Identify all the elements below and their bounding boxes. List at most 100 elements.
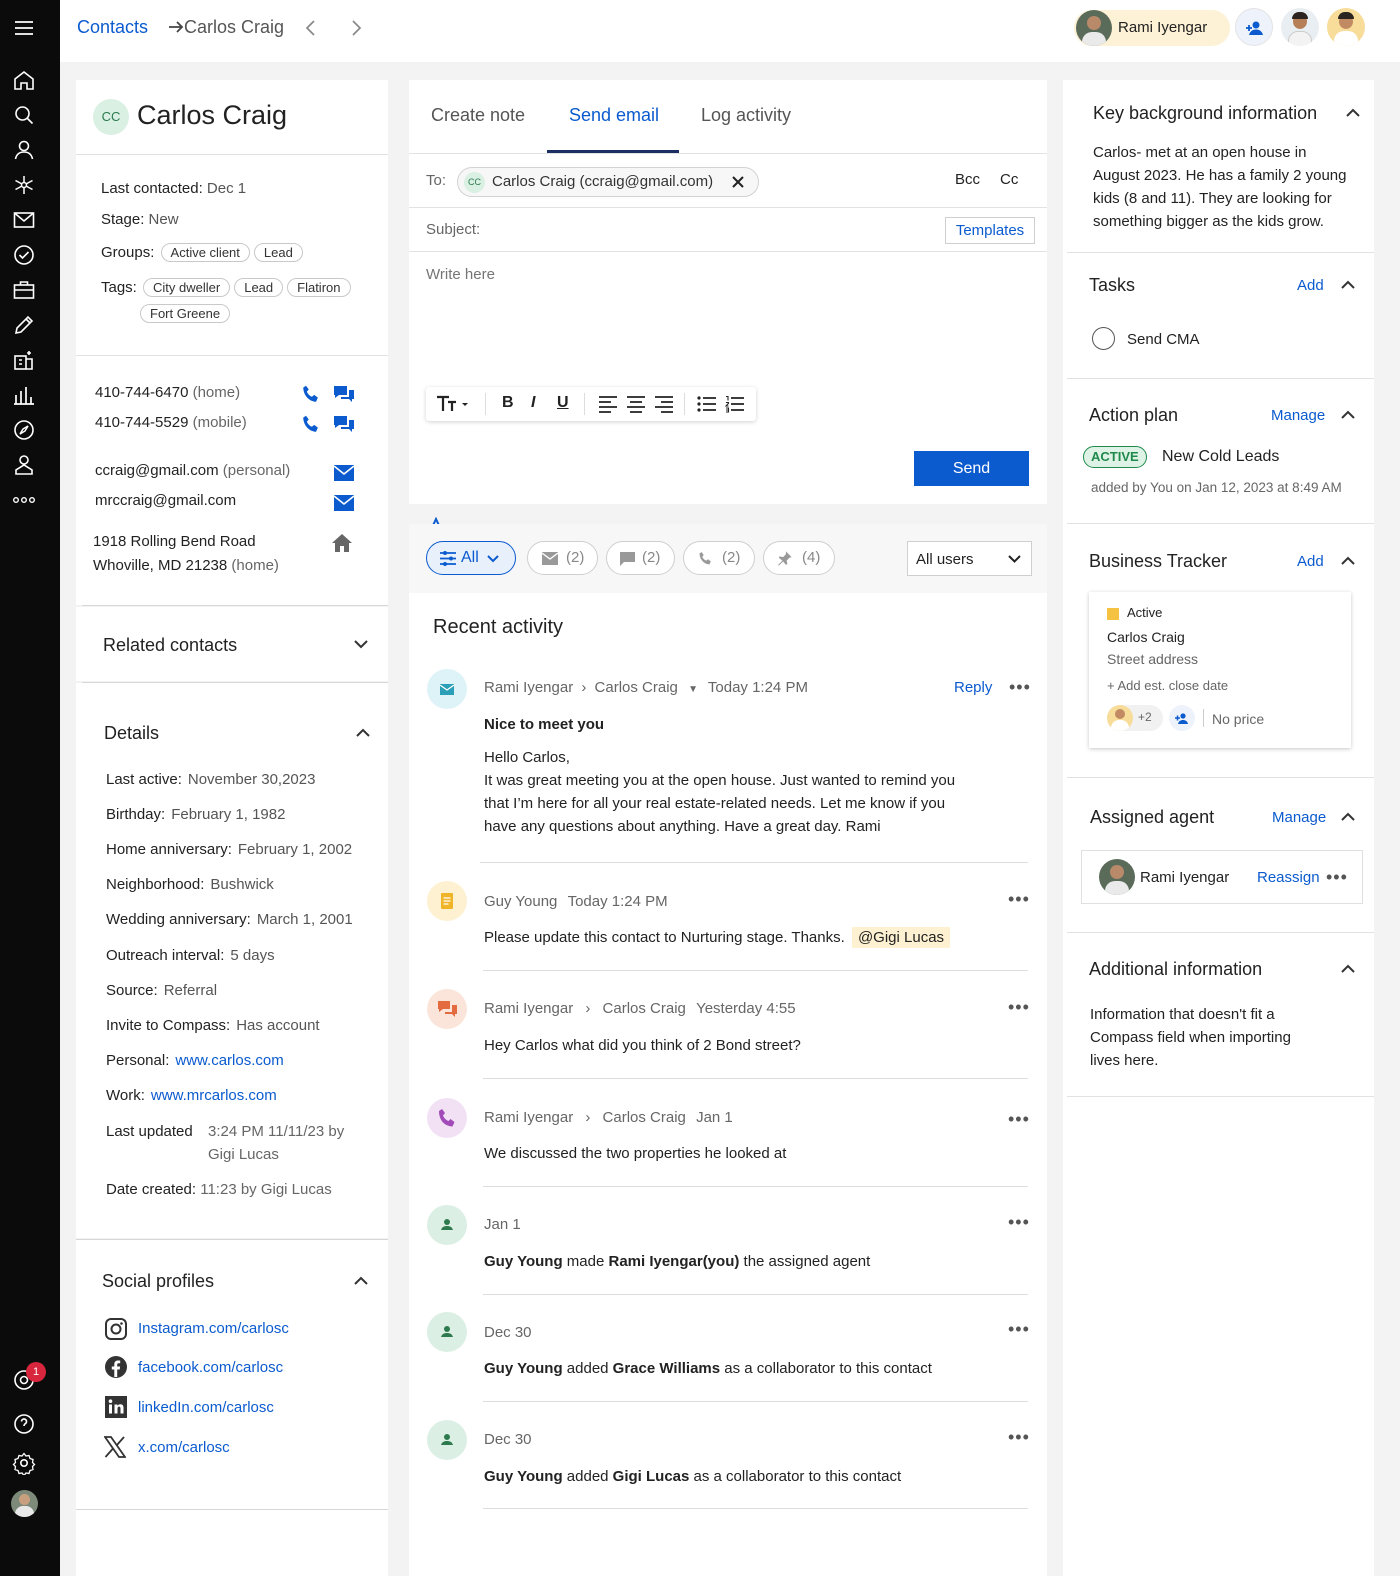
recipient-chip[interactable]: CC Carlos Craig (ccraig@gmail.com): [457, 167, 759, 197]
phone-call-icon[interactable]: [300, 413, 322, 435]
profile-avatar[interactable]: [11, 1490, 38, 1517]
more-options-icon[interactable]: •••: [1008, 997, 1030, 1018]
more-options-icon[interactable]: •••: [1008, 1319, 1030, 1340]
cc-button[interactable]: Cc: [1000, 171, 1018, 188]
instagram-link[interactable]: Instagram.com/carlosc: [138, 1320, 289, 1337]
menu-icon[interactable]: [12, 16, 36, 40]
current-user-pill[interactable]: Rami Iyengar: [1074, 10, 1230, 46]
group-chip[interactable]: Active client: [160, 243, 250, 262]
font-size-icon[interactable]: [436, 395, 472, 413]
business-tracker-card[interactable]: Active Carlos Craig Street address + Add…: [1089, 592, 1351, 748]
detail-row[interactable]: Work: www.mrcarlos.com: [106, 1087, 277, 1104]
agent-home-icon[interactable]: [12, 453, 36, 477]
reports-chart-icon[interactable]: [12, 383, 36, 407]
filter-notes-chip[interactable]: (2): [606, 541, 675, 575]
network-icon[interactable]: [12, 173, 36, 197]
email-body-input[interactable]: [426, 266, 1026, 366]
more-options-icon[interactable]: •••: [1008, 1212, 1030, 1233]
task-checkbox[interactable]: [1092, 327, 1115, 350]
phone-call-icon[interactable]: [300, 383, 322, 405]
pencil-icon[interactable]: [12, 313, 36, 337]
tab-log-activity[interactable]: Log activity: [701, 105, 791, 126]
add-task-link[interactable]: Add: [1297, 277, 1324, 294]
tag-chip[interactable]: Lead: [234, 278, 284, 297]
tag-chip[interactable]: Fort Greene: [140, 304, 231, 323]
x-link[interactable]: x.com/carlosc: [138, 1439, 230, 1456]
chevron-up-icon[interactable]: [1341, 410, 1355, 420]
email-secondary[interactable]: mrccraig@gmail.com: [95, 492, 236, 509]
tag-chip[interactable]: City dweller: [143, 278, 231, 297]
mail-icon[interactable]: [12, 208, 36, 232]
compass-icon[interactable]: [12, 418, 36, 442]
chevron-up-icon[interactable]: [356, 728, 370, 738]
more-options-icon[interactable]: •••: [1008, 889, 1030, 910]
manage-action-plan-link[interactable]: Manage: [1271, 407, 1325, 424]
add-collaborator-button[interactable]: [1235, 8, 1273, 46]
manage-agent-link[interactable]: Manage: [1272, 809, 1326, 826]
linkedin-link[interactable]: linkedIn.com/carlosc: [138, 1399, 274, 1416]
settings-gear-icon[interactable]: [12, 1451, 36, 1475]
subject-input[interactable]: [489, 216, 939, 244]
collaborator-avatar-1[interactable]: [1281, 8, 1319, 46]
send-email-icon[interactable]: [333, 494, 355, 512]
chevron-up-icon[interactable]: [354, 1276, 368, 1286]
home-icon[interactable]: [12, 68, 36, 92]
numbered-list-icon[interactable]: [725, 395, 745, 413]
chevron-up-icon[interactable]: [1341, 964, 1355, 974]
bold-icon[interactable]: B: [502, 394, 514, 412]
breadcrumb-contacts-link[interactable]: Contacts: [77, 17, 148, 38]
chevron-up-icon[interactable]: [1341, 280, 1355, 290]
previous-chevron-icon[interactable]: [305, 19, 317, 37]
phone-mobile[interactable]: 410-744-5529 (mobile): [95, 414, 247, 431]
email-personal[interactable]: ccraig@gmail.com (personal): [95, 462, 290, 479]
group-chip[interactable]: Lead: [253, 243, 303, 262]
send-button[interactable]: Send: [914, 451, 1029, 486]
italic-icon[interactable]: I: [531, 394, 535, 412]
underline-icon[interactable]: U: [557, 394, 569, 412]
detail-value[interactable]: www.mrcarlos.com: [151, 1087, 277, 1104]
bullet-list-icon[interactable]: [697, 395, 717, 413]
users-filter-select[interactable]: All users: [907, 541, 1032, 576]
reply-link[interactable]: Reply: [954, 679, 992, 696]
tab-send-email[interactable]: Send email: [569, 105, 659, 126]
home-address-icon[interactable]: [331, 533, 353, 553]
align-right-icon[interactable]: [654, 395, 674, 413]
marketing-icon[interactable]: [12, 348, 36, 372]
help-icon[interactable]: [12, 1412, 36, 1436]
add-agent-icon[interactable]: [1169, 705, 1195, 731]
tag-chip[interactable]: Flatiron: [287, 278, 351, 297]
tracker-agents[interactable]: +2: [1107, 705, 1163, 731]
mention-tag[interactable]: @Gigi Lucas: [851, 927, 951, 948]
tasks-check-icon[interactable]: [12, 243, 36, 267]
align-center-icon[interactable]: [626, 395, 646, 413]
more-icon[interactable]: [12, 488, 36, 512]
chevron-up-icon[interactable]: [1341, 556, 1355, 566]
facebook-link[interactable]: facebook.com/carlosc: [138, 1359, 283, 1376]
phone-home[interactable]: 410-744-6470 (home): [95, 384, 240, 401]
tab-create-note[interactable]: Create note: [431, 105, 525, 126]
contacts-icon[interactable]: [12, 138, 36, 162]
detail-row[interactable]: Personal: www.carlos.com: [106, 1052, 284, 1069]
chevron-down-icon[interactable]: [354, 639, 368, 649]
related-contacts-section[interactable]: Related contacts: [76, 607, 388, 681]
more-options-icon[interactable]: •••: [1008, 1109, 1030, 1130]
align-left-icon[interactable]: [598, 395, 618, 413]
briefcase-icon[interactable]: [12, 278, 36, 302]
filter-calls-chip[interactable]: (2): [683, 541, 755, 575]
message-bubbles-icon[interactable]: [332, 383, 356, 407]
add-close-date-link[interactable]: + Add est. close date: [1107, 678, 1228, 693]
bcc-button[interactable]: Bcc: [955, 171, 980, 188]
add-tracker-link[interactable]: Add: [1297, 553, 1324, 570]
filter-pinned-chip[interactable]: (4): [763, 541, 835, 575]
search-icon[interactable]: [12, 103, 36, 127]
reassign-link[interactable]: Reassign: [1257, 869, 1320, 886]
next-chevron-icon[interactable]: [350, 19, 362, 37]
remove-recipient-icon[interactable]: [732, 176, 744, 188]
more-options-icon[interactable]: •••: [1008, 1427, 1030, 1448]
chevron-up-icon[interactable]: [1341, 812, 1355, 822]
detail-value[interactable]: www.carlos.com: [175, 1052, 283, 1069]
chevron-up-icon[interactable]: [1346, 108, 1360, 118]
templates-button[interactable]: Templates: [945, 217, 1035, 244]
send-email-icon[interactable]: [333, 464, 355, 482]
collaborator-avatar-2[interactable]: [1327, 8, 1365, 46]
